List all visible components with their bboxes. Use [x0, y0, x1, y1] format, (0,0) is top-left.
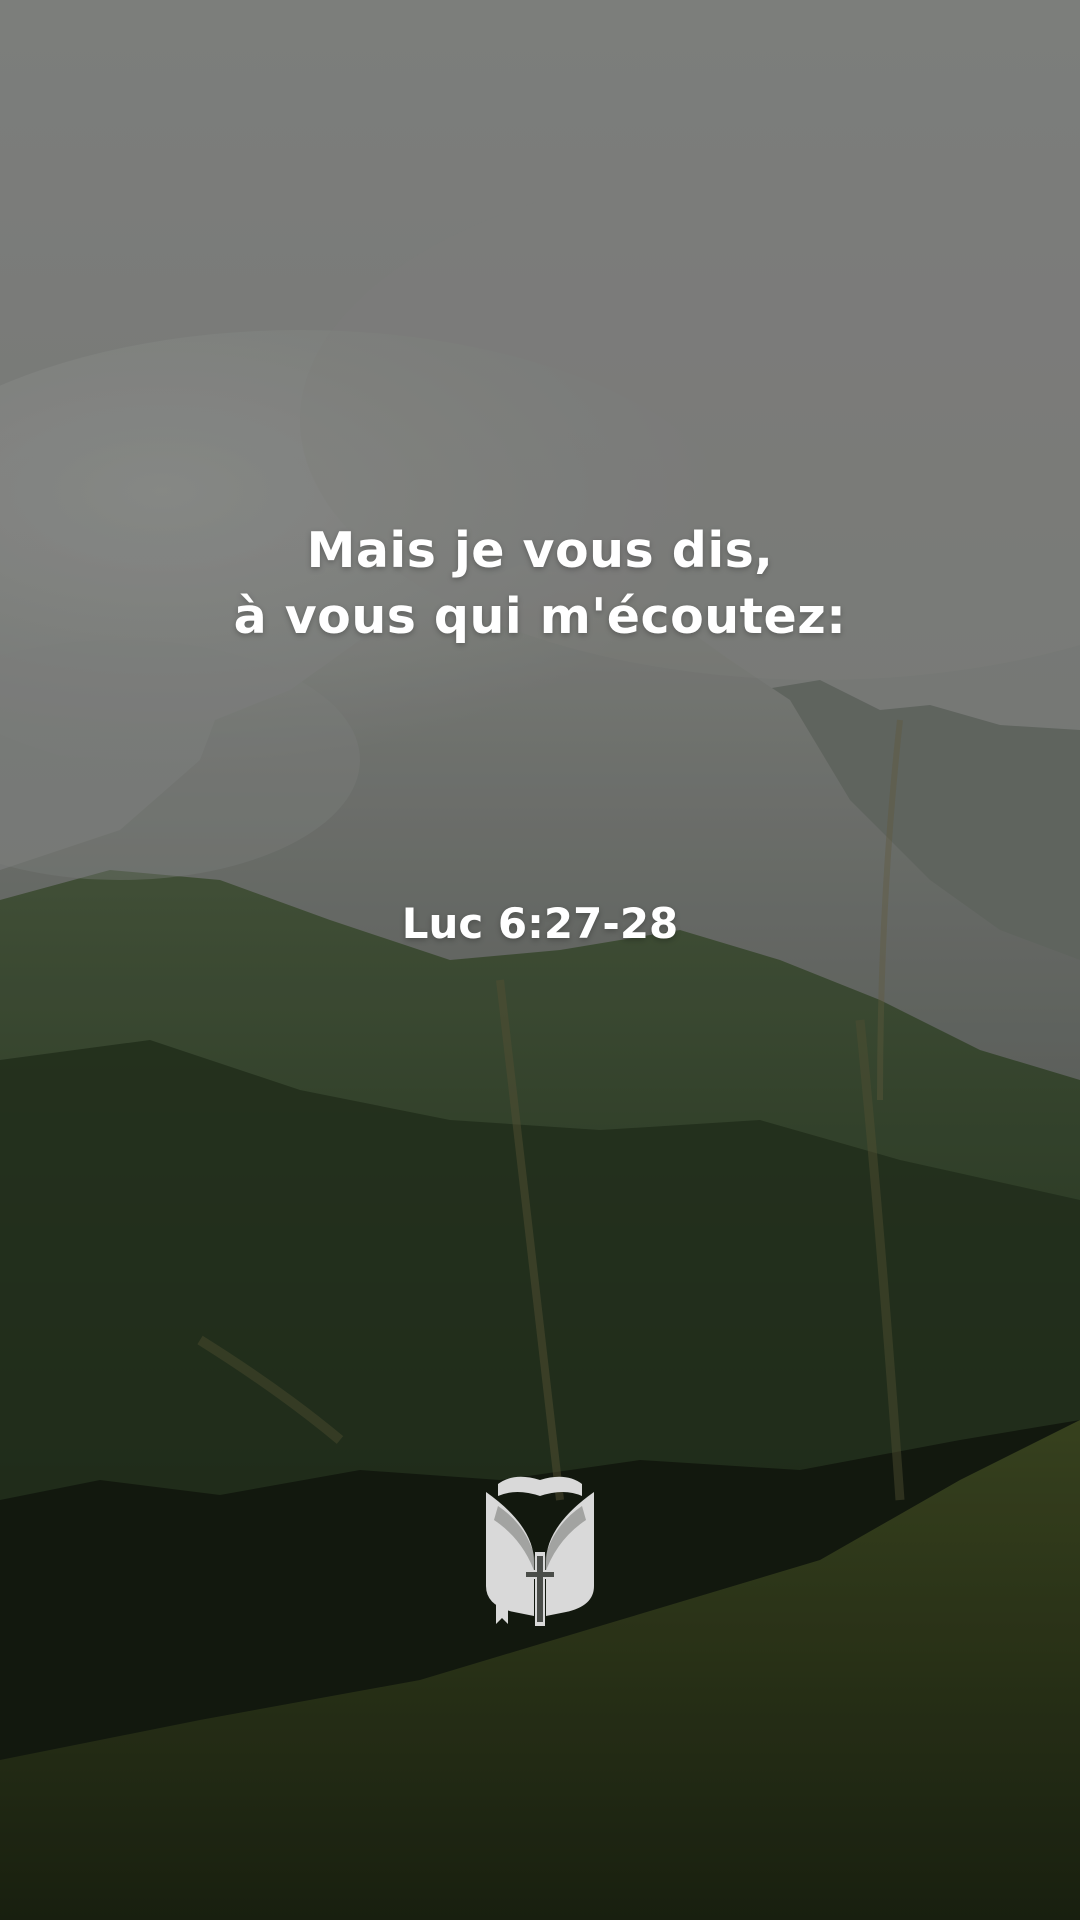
verse-text: Mais je vous dis, à vous qui m'écoutez: — [0, 518, 1080, 650]
verse-reference: Luc 6:27-28 — [401, 899, 679, 948]
verse-card: Mais je vous dis, à vous qui m'écoutez: … — [0, 0, 1080, 1920]
verse-line-1: Mais je vous dis, — [306, 522, 774, 579]
verse-line-2: à vous qui m'écoutez: — [233, 588, 847, 645]
mountain-landscape-photo — [0, 0, 1080, 1920]
bible-book-cross-icon — [486, 1476, 594, 1626]
